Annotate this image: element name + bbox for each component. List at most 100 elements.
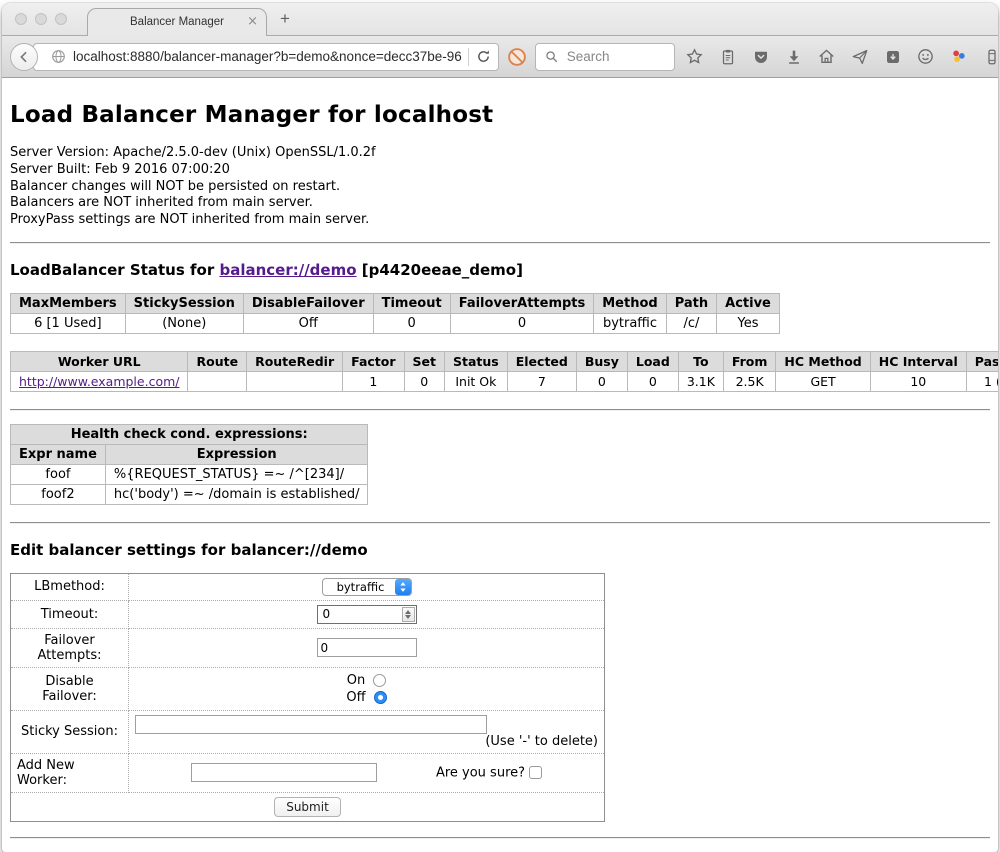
bookmark-star-icon[interactable] bbox=[682, 44, 708, 70]
cell-busy: 0 bbox=[576, 371, 627, 391]
col-method: Method bbox=[594, 293, 666, 313]
cell-path: /c/ bbox=[666, 313, 716, 333]
note-balancers: Balancers are NOT inherited from main se… bbox=[10, 195, 990, 212]
col-maxmembers: MaxMembers bbox=[11, 293, 126, 313]
col-path: Path bbox=[666, 293, 716, 313]
sticky-session-row: Sticky Session: (Use '-' to delete) bbox=[11, 710, 605, 753]
server-built: Server Built: Feb 9 2016 07:00:20 bbox=[10, 162, 990, 179]
downloads-icon[interactable] bbox=[781, 44, 807, 70]
table-title-row: Health check cond. expressions: bbox=[11, 424, 368, 444]
col-hc-interval: HC Interval bbox=[870, 351, 966, 371]
sticky-session-label: Sticky Session: bbox=[11, 710, 129, 753]
health-check-table: Health check cond. expressions: Expr nam… bbox=[10, 424, 368, 505]
block-icon[interactable] bbox=[506, 46, 528, 68]
col-busy: Busy bbox=[576, 351, 627, 371]
cell-load: 0 bbox=[627, 371, 678, 391]
timeout-label: Timeout: bbox=[11, 600, 129, 628]
lbmethod-select[interactable]: bytraffic bbox=[322, 578, 412, 596]
divider bbox=[10, 242, 990, 244]
url-bar[interactable]: localhost:8880/balancer-manager?b=demo&n… bbox=[33, 43, 499, 71]
status-heading: LoadBalancer Status for balancer://demo … bbox=[10, 261, 990, 279]
col-factor: Factor bbox=[343, 351, 404, 371]
col-timeout: Timeout bbox=[373, 293, 450, 313]
worker-url-link[interactable]: http://www.example.com/ bbox=[19, 374, 179, 389]
cell-hc-interval: 10 bbox=[870, 371, 966, 391]
col-failoverattempts: FailoverAttempts bbox=[450, 293, 594, 313]
col-from: From bbox=[723, 351, 776, 371]
col-passes: Passes bbox=[966, 351, 998, 371]
select-stepper-icon bbox=[395, 579, 411, 595]
table-header-row: Expr name Expression bbox=[11, 444, 368, 464]
search-input[interactable] bbox=[565, 48, 655, 65]
balancer-link[interactable]: balancer://demo bbox=[219, 261, 356, 279]
minimize-window-button[interactable] bbox=[35, 13, 47, 25]
close-window-button[interactable] bbox=[15, 13, 27, 25]
note-proxypass: ProxyPass settings are NOT inherited fro… bbox=[10, 212, 990, 229]
col-disablefailover: DisableFailover bbox=[243, 293, 373, 313]
radio-on[interactable] bbox=[373, 674, 386, 687]
edit-settings-heading: Edit balancer settings for balancer://de… bbox=[10, 541, 990, 559]
chat-smiley-icon[interactable] bbox=[913, 44, 939, 70]
balancer-status-table: MaxMembers StickySession DisableFailover… bbox=[10, 293, 780, 334]
status-heading-prefix: LoadBalancer Status for bbox=[10, 261, 219, 279]
health-table-title: Health check cond. expressions: bbox=[11, 424, 368, 444]
colored-dots-icon[interactable] bbox=[946, 44, 972, 70]
sticky-session-hint: (Use '-' to delete) bbox=[485, 734, 598, 749]
container-icon[interactable] bbox=[979, 44, 998, 70]
table-header-row: Worker URL Route RouteRedir Factor Set S… bbox=[11, 351, 999, 371]
back-button[interactable] bbox=[10, 43, 38, 71]
window-controls bbox=[15, 13, 67, 25]
cell-disablefailover: Off bbox=[243, 313, 373, 333]
pocket-icon[interactable] bbox=[748, 44, 774, 70]
failover-attempts-input[interactable] bbox=[317, 638, 417, 657]
timeout-row: Timeout: bbox=[11, 600, 605, 628]
send-plane-icon[interactable] bbox=[847, 44, 873, 70]
col-stickysession: StickySession bbox=[125, 293, 243, 313]
col-hc-method: HC Method bbox=[776, 351, 870, 371]
new-tab-button[interactable]: + bbox=[280, 9, 290, 29]
save-panel-icon[interactable] bbox=[880, 44, 906, 70]
radio-off[interactable] bbox=[374, 691, 387, 704]
search-bar bbox=[535, 43, 675, 71]
browser-window: Balancer Manager × + localhost:8880/bala… bbox=[2, 3, 998, 852]
disable-failover-row: Disable Failover: On Off bbox=[11, 667, 605, 710]
cell-expression: hc('body') =~ /domain is established/ bbox=[105, 484, 368, 504]
cell-route bbox=[188, 371, 247, 391]
col-expr-name: Expr name bbox=[11, 444, 106, 464]
col-status: Status bbox=[445, 351, 508, 371]
cell-to: 3.1K bbox=[678, 371, 723, 391]
cell-factor: 1 bbox=[343, 371, 404, 391]
search-icon[interactable] bbox=[544, 49, 559, 64]
submit-button[interactable]: Submit bbox=[274, 797, 341, 817]
lbmethod-row: LBmethod: bytraffic bbox=[11, 573, 605, 600]
cell-active: Yes bbox=[717, 313, 780, 333]
sticky-session-input[interactable] bbox=[135, 715, 487, 734]
titlebar: Balancer Manager × + bbox=[2, 3, 998, 35]
tab-balancer-manager[interactable]: Balancer Manager × bbox=[87, 8, 267, 35]
home-icon[interactable] bbox=[814, 44, 840, 70]
divider bbox=[10, 522, 990, 524]
col-route: Route bbox=[188, 351, 247, 371]
cell-timeout: 0 bbox=[373, 313, 450, 333]
add-worker-input[interactable] bbox=[191, 763, 377, 782]
reading-list-icon[interactable] bbox=[715, 44, 741, 70]
reload-icon[interactable] bbox=[475, 48, 492, 65]
balancer-settings-form: LBmethod: bytraffic Timeout: bbox=[10, 573, 605, 822]
failover-attempts-row: Failover Attempts: bbox=[11, 628, 605, 667]
url-text: localhost:8880/balancer-manager?b=demo&n… bbox=[73, 49, 462, 64]
timeout-input[interactable] bbox=[321, 606, 402, 622]
server-version: Server Version: Apache/2.5.0-dev (Unix) … bbox=[10, 145, 990, 162]
tab-close-icon[interactable]: × bbox=[247, 13, 258, 30]
col-load: Load bbox=[627, 351, 678, 371]
status-heading-suffix: [p4420eeae_demo] bbox=[357, 261, 523, 279]
col-set: Set bbox=[404, 351, 444, 371]
zoom-window-button[interactable] bbox=[55, 13, 67, 25]
number-spinner[interactable] bbox=[402, 607, 415, 622]
lbmethod-label: LBmethod: bbox=[11, 573, 129, 600]
cell-maxmembers: 6 [1 Used] bbox=[11, 313, 126, 333]
back-arrow-icon bbox=[16, 49, 32, 65]
globe-icon[interactable] bbox=[50, 48, 67, 65]
tab-title: Balancer Manager bbox=[130, 16, 224, 28]
cell-expr-name: foof2 bbox=[11, 484, 106, 504]
are-you-sure-checkbox[interactable] bbox=[529, 766, 542, 779]
